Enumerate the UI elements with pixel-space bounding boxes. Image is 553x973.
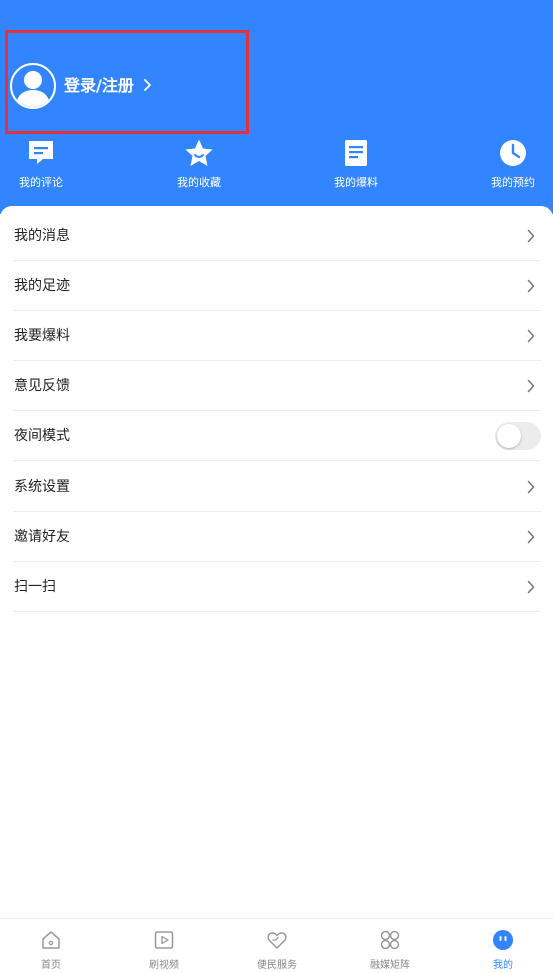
chevron-right-icon xyxy=(527,329,535,343)
chevron-right-icon xyxy=(527,530,535,544)
tab-label: 我的 xyxy=(493,960,513,971)
tab-services[interactable]: 便民服务 xyxy=(222,919,332,973)
profile-header: 登录/注册 我的评论 我的收藏 我的爆料 我的预约 xyxy=(0,0,553,214)
menu-item-submit-report[interactable]: 我要爆料 xyxy=(13,311,541,361)
menu-item-invite-friends[interactable]: 邀请好友 xyxy=(13,512,541,562)
home-icon xyxy=(42,931,60,949)
menu-panel: 我的消息 我的足迹 我要爆料 意见反馈 夜间模式 系统设置 邀请好友 扫一扫 xyxy=(0,206,553,918)
quick-action-label: 我的爆料 xyxy=(334,176,378,189)
chevron-right-icon xyxy=(527,580,535,594)
heart-service-icon xyxy=(267,932,287,949)
quick-action-label: 我的预约 xyxy=(491,176,535,189)
menu-item-label: 我要爆料 xyxy=(14,328,70,344)
quick-action-label: 我的收藏 xyxy=(177,176,221,189)
menu-item-label: 扫一扫 xyxy=(14,579,56,595)
menu-item-night-mode: 夜间模式 xyxy=(13,411,541,461)
menu-item-footprints[interactable]: 我的足迹 xyxy=(13,261,541,311)
quick-action-appointments[interactable]: 我的预约 xyxy=(468,138,553,194)
star-icon xyxy=(185,139,213,166)
quick-action-label: 我的评论 xyxy=(19,176,63,189)
night-mode-toggle[interactable] xyxy=(495,422,541,450)
menu-item-settings[interactable]: 系统设置 xyxy=(13,462,541,512)
tab-label: 融媒矩阵 xyxy=(370,960,410,971)
menu-item-label: 我的足迹 xyxy=(14,278,70,294)
profile-face-icon xyxy=(493,930,513,950)
bottom-tab-bar: 首页 刷视频 便民服务 融媒矩阵 我的 xyxy=(0,918,553,973)
tab-videos[interactable]: 刷视频 xyxy=(109,919,219,973)
tab-home[interactable]: 首页 xyxy=(0,919,106,973)
quick-action-favorites[interactable]: 我的收藏 xyxy=(154,138,244,194)
menu-item-label: 夜间模式 xyxy=(14,428,70,444)
tab-label: 刷视频 xyxy=(149,960,179,971)
chevron-right-icon xyxy=(527,229,535,243)
tab-media-matrix[interactable]: 融媒矩阵 xyxy=(335,919,445,973)
tab-mine[interactable]: 我的 xyxy=(448,919,553,973)
menu-item-feedback[interactable]: 意见反馈 xyxy=(13,361,541,411)
user-avatar-icon[interactable] xyxy=(10,63,56,109)
menu-item-label: 邀请好友 xyxy=(14,529,70,545)
quick-action-reports[interactable]: 我的爆料 xyxy=(311,138,401,194)
tab-label: 首页 xyxy=(41,960,61,971)
chevron-right-icon xyxy=(527,480,535,494)
tab-label: 便民服务 xyxy=(257,960,297,971)
chevron-right-icon xyxy=(527,279,535,293)
menu-item-label: 系统设置 xyxy=(14,479,70,495)
menu-item-messages[interactable]: 我的消息 xyxy=(13,211,541,261)
chevron-right-icon xyxy=(527,379,535,393)
grid-cluster-icon xyxy=(380,930,400,950)
quick-action-comments[interactable]: 我的评论 xyxy=(0,138,86,194)
login-register-link[interactable]: 登录/注册 xyxy=(64,76,134,96)
menu-item-label: 意见反馈 xyxy=(14,378,70,394)
video-play-icon xyxy=(154,931,174,949)
toggle-knob xyxy=(497,424,521,448)
menu-item-scan[interactable]: 扫一扫 xyxy=(13,562,541,612)
menu-item-label: 我的消息 xyxy=(14,228,70,244)
document-icon xyxy=(345,140,367,166)
clock-icon xyxy=(500,140,526,166)
comment-icon xyxy=(29,141,53,164)
chevron-right-icon xyxy=(144,79,151,91)
